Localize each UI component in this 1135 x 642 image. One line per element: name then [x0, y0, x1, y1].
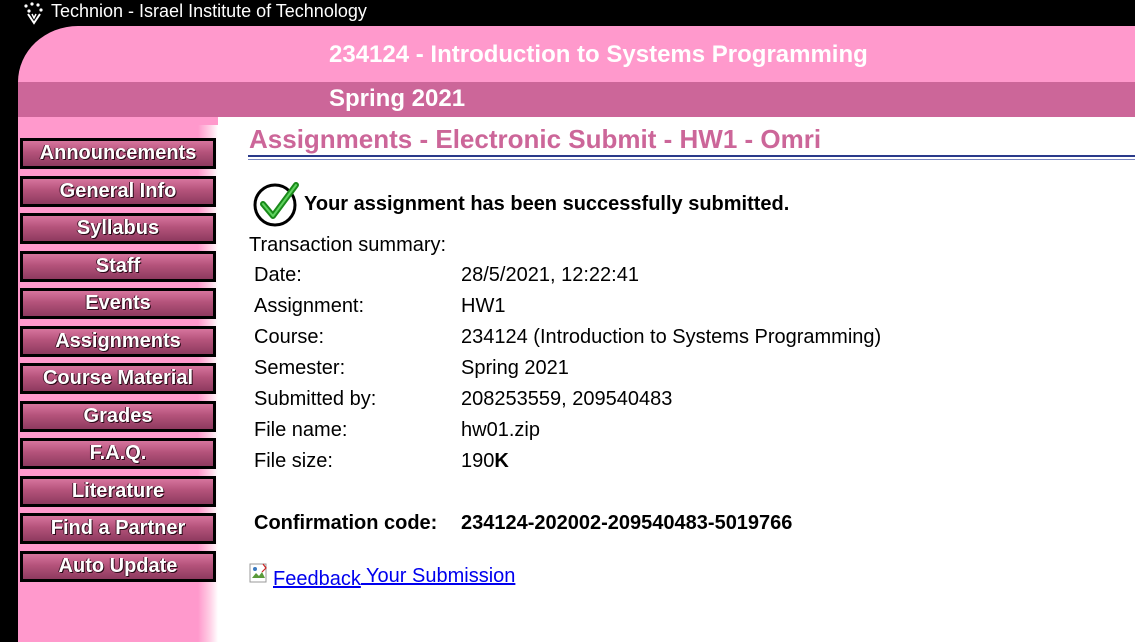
nav-syllabus[interactable]: Syllabus	[20, 213, 216, 244]
nav-literature[interactable]: Literature	[20, 476, 216, 507]
summary-label: Course:	[254, 326, 325, 348]
summary-value: 208253559, 209540483	[461, 388, 673, 410]
confirmation-row: Confirmation code: 234124-202002-2095404…	[254, 511, 792, 535]
nav-auto-update[interactable]: Auto Update	[20, 551, 216, 582]
nav-faq[interactable]: F.A.Q.	[20, 438, 216, 469]
page: Technion - Israel Institute of Technolog…	[0, 0, 1135, 642]
nav-label: Grades	[83, 405, 153, 427]
file-size-unit: K	[494, 450, 509, 472]
top-bar: Technion - Israel Institute of Technolog…	[0, 0, 1135, 26]
heading-divider	[248, 155, 1135, 157]
nav-label: Auto Update	[58, 555, 178, 577]
nav-general-info[interactable]: General Info	[20, 176, 216, 207]
feedback-image-alt: Feedback	[273, 568, 361, 590]
nav-label: Syllabus	[76, 217, 160, 239]
summary-value: hw01.zip	[461, 419, 540, 441]
nav-staff[interactable]: Staff	[20, 251, 216, 282]
nav-announcements[interactable]: Announcements	[20, 138, 216, 169]
institution-name: Technion - Israel Institute of Technolog…	[51, 1, 367, 21]
summary-label: File name:	[254, 419, 348, 441]
nav-events[interactable]: Events	[20, 288, 216, 319]
feedback-link[interactable]: Feedback Your Submission	[249, 563, 516, 590]
confirmation-code: 234124-202002-209540483-5019766	[461, 512, 793, 534]
summary-label: File size:	[254, 450, 333, 472]
heading-divider-thin	[248, 159, 1135, 160]
nav-label: Assignments	[55, 330, 181, 352]
success-message: Your assignment has been successfully su…	[304, 193, 790, 215]
summary-value: 28/5/2021, 12:22:41	[461, 264, 639, 286]
course-title: 234124 - Introduction to Systems Program…	[329, 41, 868, 68]
semester-header-band	[18, 82, 1135, 117]
sidebar: Announcements General Info Syllabus Staf…	[18, 117, 218, 642]
nav-find-a-partner[interactable]: Find a Partner	[20, 513, 216, 544]
nav-label: Course Material	[42, 367, 194, 389]
nav-grades[interactable]: Grades	[20, 401, 216, 432]
nav-label: Staff	[95, 255, 141, 277]
summary-title: Transaction summary:	[249, 234, 447, 256]
broken-image-icon	[249, 563, 273, 585]
semester-title: Spring 2021	[329, 85, 466, 112]
summary-label: Assignment:	[254, 295, 365, 317]
nav-assignments[interactable]: Assignments	[20, 326, 216, 357]
summary-label: Semester:	[254, 357, 346, 379]
summary-value: Spring 2021	[461, 357, 569, 379]
checkmark-circle-icon	[253, 182, 299, 227]
summary-label: Submitted by:	[254, 388, 377, 410]
technion-logo-icon	[24, 2, 43, 25]
feedback-link-text: Your Submission	[360, 565, 516, 587]
nav-label: Find a Partner	[50, 517, 186, 539]
summary-value: 234124 (Introduction to Systems Programm…	[461, 326, 882, 348]
main-content: Assignments - Electronic Submit - HW1 - …	[218, 117, 1135, 642]
page-title: Assignments - Electronic Submit - HW1 - …	[249, 124, 822, 154]
nav-label: F.A.Q.	[89, 442, 147, 464]
summary-value: 190K	[461, 449, 509, 473]
summary-value: HW1	[461, 295, 506, 317]
summary-label: Date:	[254, 264, 302, 286]
nav-label: Announcements	[39, 142, 197, 164]
nav-label: Events	[85, 292, 151, 314]
confirmation-label: Confirmation code:	[254, 512, 438, 534]
nav-label: Literature	[71, 480, 165, 502]
nav-course-material[interactable]: Course Material	[20, 363, 216, 394]
file-size-number: 190	[461, 450, 495, 472]
nav-label: General Info	[59, 180, 177, 202]
sidebar-top	[18, 117, 218, 125]
